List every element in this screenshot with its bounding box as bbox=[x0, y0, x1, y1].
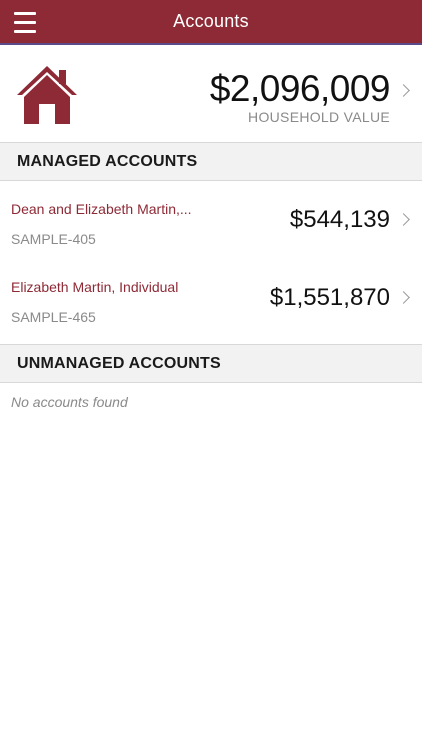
account-value: $544,139 bbox=[289, 206, 390, 233]
menu-line bbox=[14, 21, 36, 24]
account-id: SAMPLE-465 bbox=[11, 309, 96, 325]
account-name: Elizabeth Martin, Individual bbox=[11, 279, 179, 295]
account-value: $1,551,870 bbox=[269, 284, 390, 311]
home-icon bbox=[17, 66, 77, 124]
chevron-right-icon bbox=[397, 291, 410, 304]
household-value: $2,096,009 bbox=[209, 68, 391, 109]
account-name: Dean and Elizabeth Martin,... bbox=[11, 201, 192, 217]
empty-state-text: No accounts found bbox=[11, 394, 128, 410]
menu-line bbox=[14, 30, 36, 33]
chevron-right-icon bbox=[397, 84, 410, 97]
household-value-label: HOUSEHOLD VALUE bbox=[248, 109, 390, 125]
household-summary-row[interactable]: $2,096,009 HOUSEHOLD VALUE bbox=[0, 47, 422, 143]
hamburger-menu-icon[interactable] bbox=[14, 12, 40, 33]
account-row[interactable]: Dean and Elizabeth Martin,... SAMPLE-405… bbox=[0, 181, 422, 259]
unmanaged-accounts-header: UNMANAGED ACCOUNTS bbox=[0, 344, 422, 383]
nav-bar: Accounts bbox=[0, 0, 422, 45]
account-row[interactable]: Elizabeth Martin, Individual SAMPLE-465 … bbox=[0, 259, 422, 337]
managed-accounts-header: MANAGED ACCOUNTS bbox=[0, 142, 422, 181]
menu-line bbox=[14, 12, 36, 15]
page-title: Accounts bbox=[173, 11, 249, 31]
chevron-right-icon bbox=[397, 213, 410, 226]
account-id: SAMPLE-405 bbox=[11, 231, 96, 247]
